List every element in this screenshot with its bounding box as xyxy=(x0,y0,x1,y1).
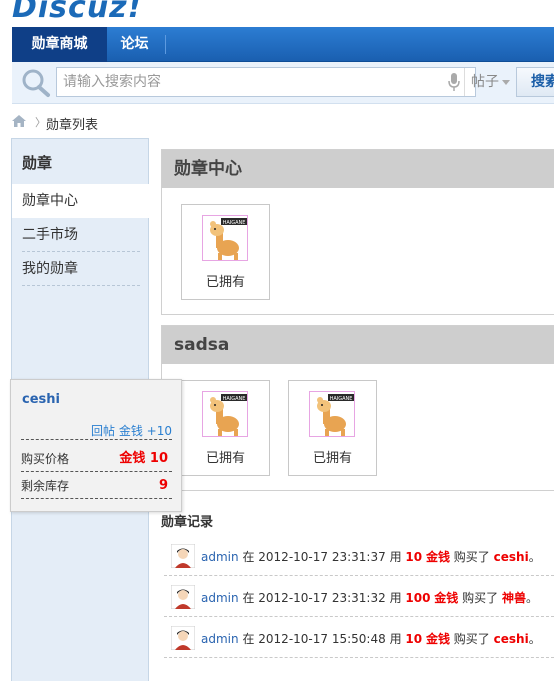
stock-label: 剩余库存 xyxy=(21,479,70,493)
top-nav: 勋章商城 论坛 xyxy=(12,27,554,62)
nav-item-forum[interactable]: 论坛 xyxy=(107,27,162,62)
popup-price-row: 购买价格 金钱 10 xyxy=(21,446,172,472)
record-user[interactable]: admin xyxy=(201,632,239,646)
record-currency: 金钱 xyxy=(425,550,450,564)
record-time: 2012-10-17 23:31:32 xyxy=(258,591,386,605)
record-time: 2012-10-17 23:31:37 xyxy=(258,550,386,564)
popup-reward: 回帖 金钱 +10 xyxy=(21,422,172,440)
medal-card[interactable]: HAIGANE 已拥有 xyxy=(181,204,270,300)
record-at: 在 xyxy=(242,550,255,564)
chevron-down-icon[interactable] xyxy=(502,80,510,85)
alpaca-medal-icon[interactable]: HAIGANE xyxy=(202,391,248,437)
record-row: admin 在 2012-10-17 15:50:48 用 10 金钱 购买了 … xyxy=(164,617,554,658)
discuz-logo[interactable]: Discuz! xyxy=(12,0,142,25)
record-time: 2012-10-17 15:50:48 xyxy=(258,632,386,646)
record-item[interactable]: ceshi xyxy=(494,550,529,564)
search-input[interactable]: 请输入搜索内容 xyxy=(56,67,476,97)
record-bought: 购买了 xyxy=(462,591,499,605)
alpaca-medal-image: HAIGANE xyxy=(210,218,247,260)
search-type-select[interactable]: 帖子 xyxy=(464,68,499,96)
medal-status: 已拥有 xyxy=(312,451,352,466)
record-currency: 金钱 xyxy=(434,591,459,605)
medal-card[interactable]: HAIGANE 已拥有 xyxy=(288,380,377,476)
record-amount: 10 xyxy=(405,550,423,564)
search-icon xyxy=(22,69,50,97)
price-value: 金钱 10 xyxy=(119,451,168,466)
record-user[interactable]: admin xyxy=(201,550,239,564)
alpaca-medal-image: HAIGANE xyxy=(317,394,354,436)
microphone-icon[interactable] xyxy=(448,73,460,91)
record-item[interactable]: 神兽 xyxy=(502,591,526,605)
breadcrumb-separator: 〉 xyxy=(35,116,46,129)
breadcrumb-current[interactable]: 勋章列表 xyxy=(46,114,98,133)
record-use: 用 xyxy=(389,632,402,646)
stock-value: 9 xyxy=(158,478,168,493)
avatar[interactable] xyxy=(171,626,195,650)
section-title: 勋章中心 xyxy=(162,150,554,188)
medal-section: 勋章中心 HAIGANE 已拥有 xyxy=(161,149,554,315)
medal-info-popup: ceshi 回帖 金钱 +10 购买价格 金钱 10 剩余库存 9 xyxy=(10,379,182,512)
search-bar: 请输入搜索内容 帖子 搜索 xyxy=(12,62,554,104)
alpaca-medal-image: HAIGANE xyxy=(210,394,247,436)
section-title: sadsa xyxy=(162,326,554,364)
record-amount: 10 xyxy=(405,632,423,646)
record-end: 。 xyxy=(528,550,541,564)
popup-medal-name[interactable]: ceshi xyxy=(22,392,60,407)
nav-item-medal-shop[interactable]: 勋章商城 xyxy=(12,27,107,62)
record-amount: 100 xyxy=(405,591,431,605)
alpaca-medal-icon[interactable]: HAIGANE xyxy=(309,391,355,437)
record-item[interactable]: ceshi xyxy=(494,632,529,646)
record-end: 。 xyxy=(528,632,541,646)
record-row: admin 在 2012-10-17 23:31:32 用 100 金钱 购买了… xyxy=(164,576,554,617)
record-use: 用 xyxy=(389,550,402,564)
medal-badge-text: HAIGANE xyxy=(223,396,246,402)
medal-status: 已拥有 xyxy=(205,275,245,290)
home-icon[interactable] xyxy=(12,115,26,127)
medal-status: 已拥有 xyxy=(205,451,245,466)
record-at: 在 xyxy=(242,591,255,605)
price-label: 购买价格 xyxy=(21,452,70,466)
sidebar-item-my-medals[interactable]: 我的勋章 xyxy=(22,252,140,286)
record-currency: 金钱 xyxy=(425,632,450,646)
record-user[interactable]: admin xyxy=(201,591,239,605)
medal-badge-text: HAIGANE xyxy=(223,220,246,226)
nav-divider xyxy=(165,35,166,54)
record-bought: 购买了 xyxy=(453,632,490,646)
medal-card[interactable]: HAIGANE 已拥有 xyxy=(181,380,270,476)
popup-stock-row: 剩余库存 9 xyxy=(21,473,172,499)
record-row: admin 在 2012-10-17 23:31:37 用 10 金钱 购买了 … xyxy=(164,535,554,576)
sidebar-title: 勋章 xyxy=(22,154,53,172)
record-end: 。 xyxy=(526,591,539,605)
record-use: 用 xyxy=(389,591,402,605)
search-button[interactable]: 搜索 xyxy=(516,67,554,97)
avatar[interactable] xyxy=(171,544,195,568)
medal-badge-text: HAIGANE xyxy=(330,396,353,402)
avatar[interactable] xyxy=(171,585,195,609)
record-bought: 购买了 xyxy=(453,550,490,564)
alpaca-medal-icon[interactable]: HAIGANE xyxy=(202,215,248,261)
medal-section: sadsa HAIGANE 已拥有 HAIGANE 已拥有 xyxy=(161,325,554,491)
sidebar-item-second-hand-market[interactable]: 二手市场 xyxy=(22,218,140,252)
record-at: 在 xyxy=(242,632,255,646)
records-title: 勋章记录 xyxy=(161,515,214,530)
sidebar-item-medal-center[interactable]: 勋章中心 xyxy=(12,184,149,218)
